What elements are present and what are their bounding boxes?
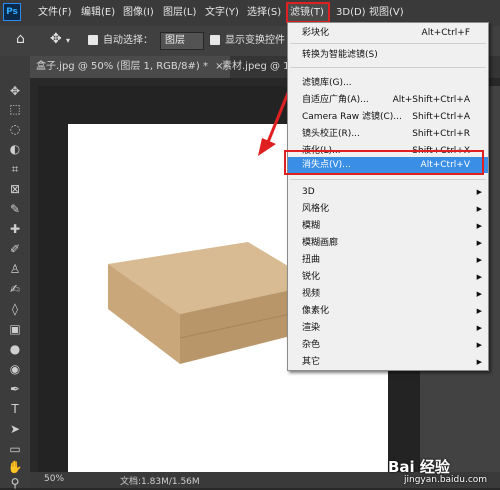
menu-item-distort[interactable]: 扭曲 ▶: [288, 252, 488, 268]
annotation-highlight-box: [284, 150, 484, 175]
filter-menu: 彩块化 Alt+Ctrl+F 转换为智能滤镜(S) 滤镜库(G)... 自适应广角…: [287, 22, 489, 371]
baidu-watermark-url: jingyan.baidu.com: [404, 475, 488, 485]
submenu-arrow-icon: ▶: [476, 290, 482, 298]
submenu-arrow-icon: ▶: [476, 256, 482, 264]
menu-item-3d[interactable]: 3D ▶: [288, 184, 488, 200]
menu-separator: [290, 67, 486, 68]
submenu-arrow-icon: ▶: [476, 205, 482, 213]
menu-separator: [290, 179, 486, 180]
menu-item-other[interactable]: 其它 ▶: [288, 354, 488, 370]
submenu-arrow-icon: ▶: [476, 239, 482, 247]
baidu-watermark: Bai 经验: [388, 458, 450, 476]
menu-item-blur[interactable]: 模糊 ▶: [288, 218, 488, 234]
menu-item-render[interactable]: 渲染 ▶: [288, 320, 488, 336]
submenu-arrow-icon: ▶: [476, 324, 482, 332]
submenu-arrow-icon: ▶: [476, 341, 482, 349]
menu-separator: [290, 43, 486, 44]
menu-item-blur-gallery[interactable]: 模糊画廊 ▶: [288, 235, 488, 251]
submenu-arrow-icon: ▶: [476, 358, 482, 366]
submenu-arrow-icon: ▶: [476, 307, 482, 315]
menu-item-video[interactable]: 视频 ▶: [288, 286, 488, 302]
menu-item-stylize[interactable]: 风格化 ▶: [288, 201, 488, 217]
menu-item-cutout[interactable]: 彩块化 Alt+Ctrl+F: [288, 25, 488, 41]
menu-item-convert-smart[interactable]: 转换为智能滤镜(S): [288, 47, 488, 63]
submenu-arrow-icon: ▶: [476, 273, 482, 281]
menu-item-pixelate[interactable]: 像素化 ▶: [288, 303, 488, 319]
menu-item-adaptive-wide[interactable]: 自适应广角(A)... Alt+Shift+Ctrl+A: [288, 92, 488, 108]
submenu-arrow-icon: ▶: [476, 188, 482, 196]
menu-item-sharpen[interactable]: 锐化 ▶: [288, 269, 488, 285]
menu-item-lens-correction[interactable]: 镜头校正(R)... Shift+Ctrl+R: [288, 126, 488, 142]
menu-item-camera-raw[interactable]: Camera Raw 滤镜(C)... Shift+Ctrl+A: [288, 109, 488, 125]
submenu-arrow-icon: ▶: [476, 222, 482, 230]
menu-item-filter-gallery[interactable]: 滤镜库(G)...: [288, 75, 488, 91]
menu-item-noise[interactable]: 杂色 ▶: [288, 337, 488, 353]
